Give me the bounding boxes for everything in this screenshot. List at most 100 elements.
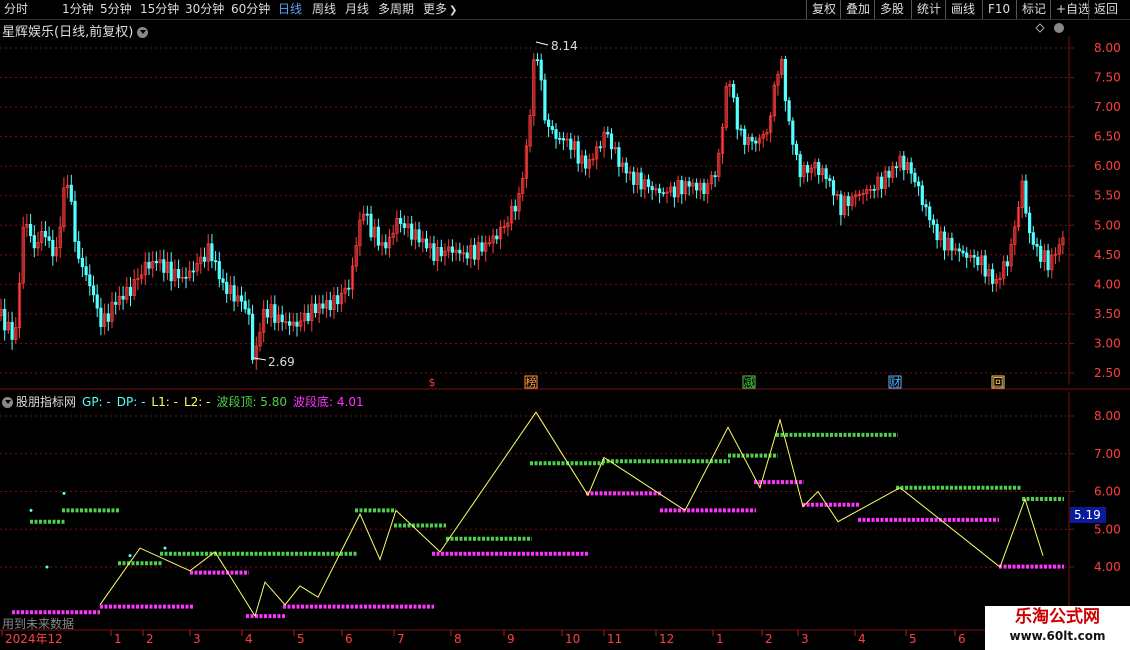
candle-body bbox=[84, 266, 88, 276]
dp-dot bbox=[29, 508, 33, 512]
candle-body bbox=[321, 303, 325, 309]
candle-body bbox=[817, 161, 821, 175]
multi-stock-button[interactable]: 多股 bbox=[874, 0, 909, 19]
candle-body bbox=[247, 308, 251, 315]
candle-body bbox=[957, 248, 961, 252]
watermark-title: 乐淘公式网 bbox=[1015, 607, 1100, 627]
x-tick-label: 4 bbox=[245, 632, 253, 646]
chevron-down-icon[interactable] bbox=[2, 397, 13, 408]
candle-body bbox=[639, 172, 643, 190]
stats-button[interactable]: 统计 bbox=[911, 0, 946, 19]
dp-dot bbox=[163, 546, 167, 550]
candle-body bbox=[935, 223, 939, 241]
candle-body bbox=[369, 213, 373, 238]
candle-body bbox=[221, 278, 225, 283]
candle-body bbox=[3, 308, 7, 331]
candle-body bbox=[43, 230, 48, 238]
candle-body bbox=[702, 182, 706, 194]
candle-body bbox=[1005, 261, 1010, 267]
candle-body bbox=[561, 138, 566, 141]
chart-title-bar: 星辉娱乐(日线,前复权) bbox=[2, 21, 149, 40]
period-multi[interactable]: 多周期 bbox=[378, 1, 414, 18]
event-marker: $ bbox=[429, 376, 436, 389]
x-tick-label: 3 bbox=[193, 632, 201, 646]
candle-body bbox=[950, 237, 954, 251]
candle-body bbox=[713, 175, 717, 178]
candle-body bbox=[169, 261, 173, 282]
candle-body bbox=[77, 241, 81, 259]
candle-body bbox=[695, 182, 699, 191]
x-tick-label: 8 bbox=[454, 632, 462, 646]
collapse-icon bbox=[1054, 23, 1064, 33]
period-toolbar: 分时 1分钟 5分钟 15分钟 30分钟 60分钟 日线 周线 月线 多周期 更… bbox=[0, 0, 1130, 20]
candle-body bbox=[88, 274, 92, 287]
candle-body bbox=[306, 312, 310, 322]
candle-body bbox=[328, 300, 332, 311]
candle-body bbox=[51, 239, 55, 257]
candle-body bbox=[569, 138, 573, 150]
period-more[interactable]: 更多 ❯ bbox=[423, 1, 457, 19]
adjust-button[interactable]: 复权 bbox=[806, 0, 841, 19]
period-60min[interactable]: 60分钟 bbox=[231, 1, 270, 18]
candle-body bbox=[828, 178, 832, 181]
price-tick-label: 7.00 bbox=[1094, 100, 1121, 114]
candle-body bbox=[798, 154, 802, 178]
period-tick[interactable]: 分时 bbox=[4, 1, 28, 18]
candle-body bbox=[806, 164, 810, 173]
candle-body bbox=[550, 126, 554, 130]
x-tick-label: 2024年12 bbox=[5, 632, 63, 646]
candle-body bbox=[265, 308, 270, 318]
candle-body bbox=[106, 313, 110, 322]
indicator-tick-label: 6.00 bbox=[1094, 485, 1121, 499]
candle-body bbox=[69, 184, 73, 202]
candle-body bbox=[128, 286, 133, 296]
candle-body bbox=[680, 180, 684, 195]
candle-body bbox=[576, 141, 580, 164]
dp-dot bbox=[45, 565, 49, 569]
candle-body bbox=[95, 294, 99, 309]
period-weekly[interactable]: 周线 bbox=[312, 1, 336, 18]
candle-body bbox=[661, 192, 665, 195]
candle-body bbox=[432, 243, 436, 261]
period-1min[interactable]: 1分钟 bbox=[62, 1, 94, 18]
candle-body bbox=[99, 307, 103, 328]
candle-body bbox=[147, 261, 151, 269]
price-tick-label: 5.00 bbox=[1094, 218, 1121, 232]
chevron-down-icon[interactable] bbox=[137, 27, 149, 38]
candle-body bbox=[402, 223, 406, 228]
x-tick-label: 1 bbox=[114, 632, 122, 646]
candle-body bbox=[920, 185, 924, 206]
candle-body bbox=[280, 314, 284, 323]
period-daily[interactable]: 日线 bbox=[278, 1, 302, 18]
period-15min[interactable]: 15分钟 bbox=[140, 1, 179, 18]
mark-button[interactable]: 标记 bbox=[1016, 0, 1051, 19]
event-marker: 财 bbox=[890, 375, 901, 389]
candle-body bbox=[617, 147, 621, 167]
candle-body bbox=[732, 84, 736, 98]
period-30min[interactable]: 30分钟 bbox=[185, 1, 224, 18]
period-5min[interactable]: 5分钟 bbox=[100, 1, 132, 18]
candle-body bbox=[458, 249, 462, 254]
period-monthly[interactable]: 月线 bbox=[345, 1, 369, 18]
price-tick-label: 6.00 bbox=[1094, 159, 1121, 173]
candle-body bbox=[735, 97, 739, 130]
x-tick-label: 6 bbox=[958, 632, 966, 646]
candle-body bbox=[831, 180, 836, 196]
candle-body bbox=[472, 244, 477, 260]
candle-body bbox=[287, 321, 292, 326]
candle-body bbox=[1024, 180, 1028, 214]
candle-body bbox=[1028, 212, 1032, 234]
candle-body bbox=[646, 179, 651, 187]
overlay-button[interactable]: 叠加 bbox=[840, 0, 875, 19]
candle-body bbox=[650, 186, 654, 191]
candle-body bbox=[243, 300, 247, 310]
draw-button[interactable]: 画线 bbox=[945, 0, 980, 19]
back-button[interactable]: 返回 bbox=[1088, 0, 1123, 19]
candle-body bbox=[672, 186, 677, 198]
candle-body bbox=[880, 176, 884, 189]
candle-body bbox=[250, 313, 255, 360]
candle-body bbox=[417, 229, 421, 243]
l1-value: L1: - bbox=[151, 395, 178, 409]
f10-button[interactable]: F10 bbox=[982, 0, 1015, 19]
candle-body bbox=[465, 252, 469, 259]
